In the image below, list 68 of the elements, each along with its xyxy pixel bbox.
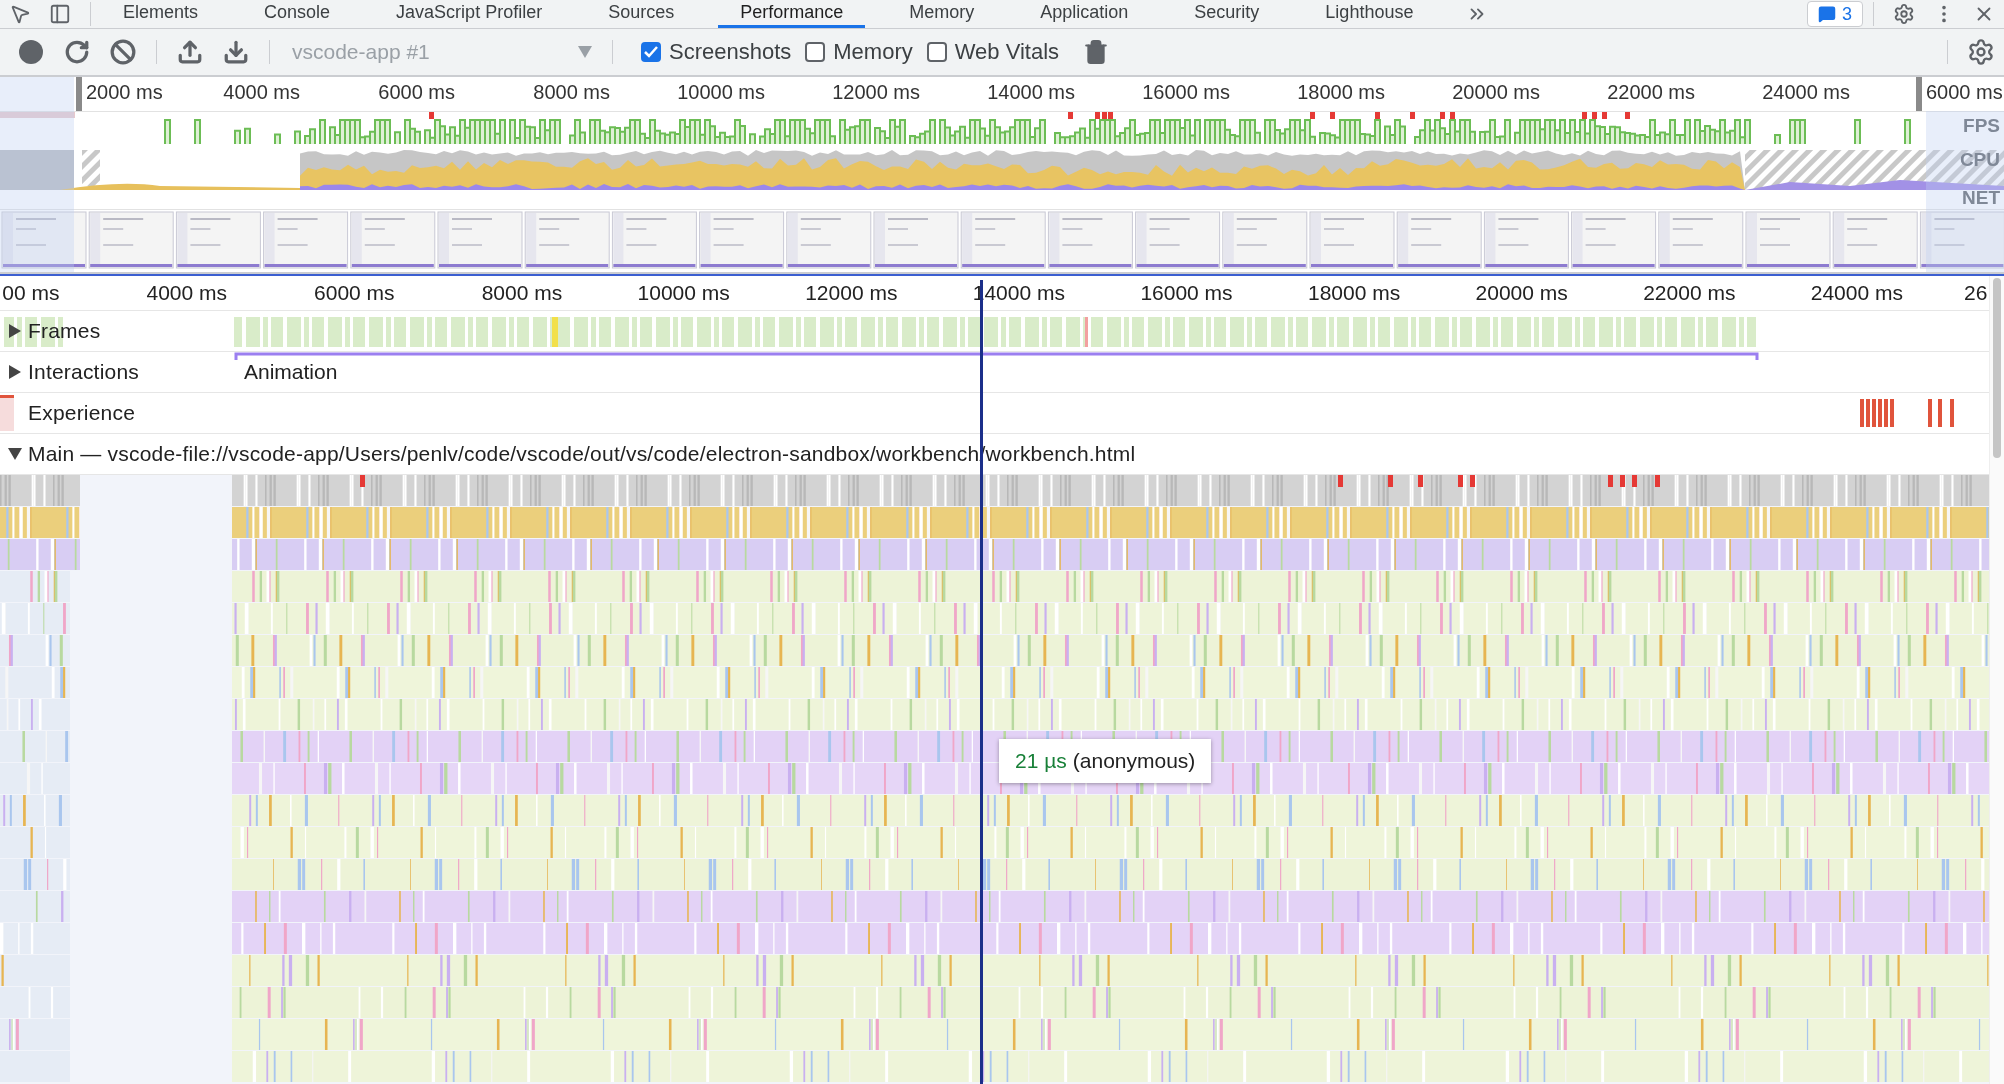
time-label: 8000 ms [481, 281, 563, 305]
settings-icon[interactable] [1967, 38, 1995, 66]
track-color-marker [0, 395, 14, 431]
time-label: 4000 ms [146, 281, 227, 305]
devtools-tab[interactable]: Security [1172, 0, 1282, 28]
time-label: 2000 ms [86, 81, 163, 104]
janky-frame-mark [552, 317, 558, 347]
clear-icon[interactable] [110, 39, 136, 65]
track-title: Frames [28, 319, 101, 343]
triangle-right-icon[interactable] [8, 365, 22, 379]
issues-badge[interactable]: 3 [1807, 1, 1863, 27]
time-label: 6000 ms [378, 81, 455, 104]
track-title: Interactions [28, 360, 139, 384]
time-label: 20000 ms [1475, 281, 1568, 305]
time-label: 16000 ms [1140, 281, 1233, 305]
time-label: 8000 ms [533, 81, 610, 104]
track-label: CPU [1959, 149, 2000, 171]
time-label: 10000 ms [637, 281, 730, 305]
upload-icon[interactable] [177, 39, 203, 65]
settings-icon[interactable] [1893, 3, 1915, 25]
check-icon [644, 46, 658, 58]
devtools-tab[interactable]: Sources [586, 0, 697, 28]
checkbox[interactable]: Web Vitals [926, 39, 1060, 65]
time-label: 12000 ms [805, 281, 898, 305]
cpu-idle-hatch [82, 150, 100, 186]
time-label: 22000 ms [1643, 281, 1736, 305]
caret-icon [578, 46, 592, 58]
range-handle[interactable] [1916, 77, 1922, 111]
track-title: Experience [28, 401, 136, 425]
time-label: 18000 ms [1297, 81, 1385, 104]
range-handle[interactable] [76, 77, 82, 111]
devtools-tab[interactable]: Console [242, 0, 353, 28]
device-toggle-icon[interactable] [49, 3, 71, 25]
time-label: 24000 ms [1810, 281, 1903, 305]
time-label: 4000 ms [223, 81, 300, 104]
time-label: 18000 ms [1307, 281, 1401, 305]
time-label: 22000 ms [1607, 81, 1695, 104]
devtools-tab[interactable]: Elements [101, 0, 221, 28]
time-label: 26 [1964, 281, 1988, 305]
triangle-down-icon[interactable] [8, 447, 22, 461]
time-label: 6000 ms [314, 281, 395, 305]
time-label: 20000 ms [1452, 81, 1540, 104]
reload-icon[interactable] [64, 39, 90, 65]
dropped-frame-mark [1085, 317, 1088, 347]
time-label: 6000 ms [1926, 81, 2003, 104]
devtools-tab[interactable]: Memory [887, 0, 997, 28]
message-icon [1818, 5, 1836, 23]
devtools-tab[interactable]: Application [1018, 0, 1151, 28]
time-label: 14000 ms [987, 81, 1075, 104]
time-label: 24000 ms [1762, 81, 1850, 104]
track-label: FPS [1963, 115, 2000, 137]
checkbox[interactable]: Memory [805, 39, 913, 65]
record-icon[interactable] [18, 39, 44, 65]
trash-icon[interactable] [1083, 39, 1110, 65]
inspect-icon[interactable] [9, 3, 31, 25]
triangle-right-icon[interactable] [8, 324, 22, 338]
function-name: (anonymous) [1072, 749, 1196, 773]
time-label: 16000 ms [1142, 81, 1230, 104]
track-label: NET [1962, 187, 2000, 209]
time-label: 10000 ms [677, 81, 765, 104]
devtools-tab[interactable]: JavaScript Profiler [374, 0, 565, 28]
devtools-tab[interactable]: Lighthouse [1303, 0, 1436, 28]
event-label: Animation [244, 360, 338, 384]
download-icon[interactable] [223, 39, 249, 65]
checkbox[interactable]: Screenshots [641, 39, 792, 65]
duration-text: 21 µs [1015, 749, 1067, 773]
time-label: 00 ms [2, 281, 60, 305]
time-label: 12000 ms [832, 81, 920, 104]
